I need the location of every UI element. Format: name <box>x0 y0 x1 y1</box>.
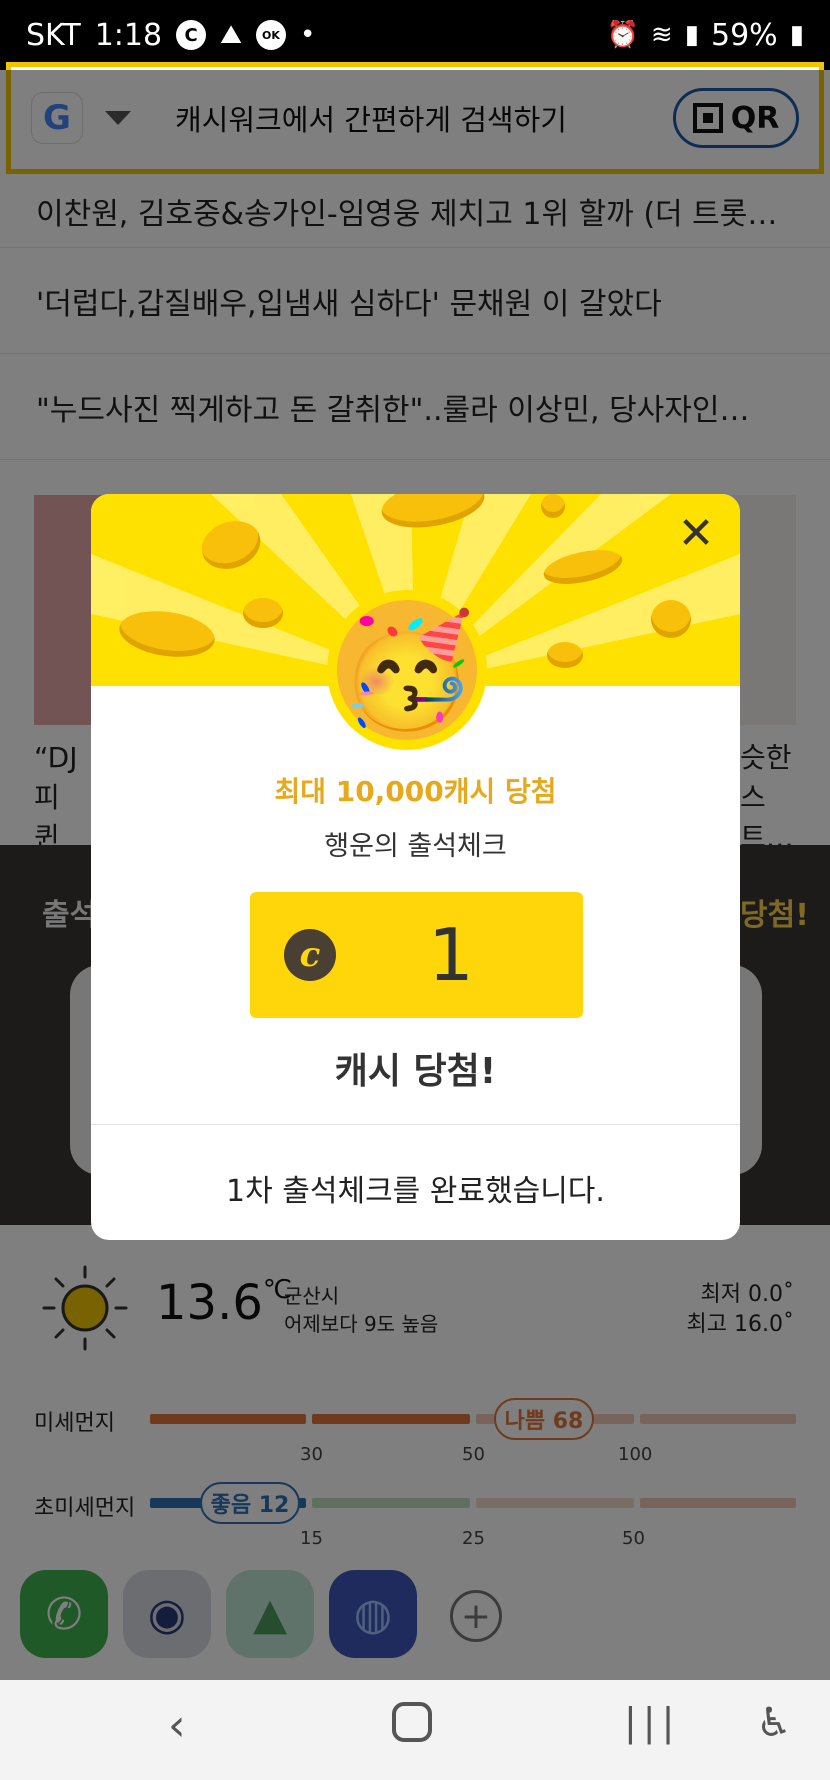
back-icon[interactable]: ‹ <box>168 1700 186 1751</box>
cash-win-label: 캐시 당첨! <box>334 1051 497 1092</box>
signal-icon: ▮ <box>684 20 699 50</box>
close-button[interactable]: ✕ <box>674 512 718 556</box>
popup-divider <box>91 1124 740 1125</box>
coin-decoration <box>651 600 691 638</box>
completion-message: 1차 출석체크를 완료했습니다. <box>226 1174 605 1209</box>
dot-icon: • <box>299 20 316 50</box>
coin-decoration <box>547 642 583 668</box>
emoji-badge: 🥳 <box>327 590 487 750</box>
carrier-label: SKT <box>26 17 81 53</box>
accessibility-icon[interactable]: ♿ <box>756 1700 792 1746</box>
attendance-popup: ✕ 🥳 최대 10,000캐시 당첨 행운의 출석체크 c 1 캐시 당첨! 1… <box>91 494 740 1240</box>
prize-title: 최대 10,000캐시 당첨 <box>274 775 557 808</box>
prize-amount-box: c 1 <box>250 892 583 1018</box>
oklock-icon: OK <box>255 20 286 50</box>
alarm-icon: ⏰ <box>606 20 639 50</box>
time-label: 1:18 <box>94 17 163 53</box>
status-bar: SKT 1:18 C ⛰ OK • ⏰ ≋ ▮ 59% ▮ <box>0 0 830 70</box>
recents-icon[interactable]: ||| <box>624 1700 680 1744</box>
prize-amount: 1 <box>428 913 474 997</box>
battery-label: 59% <box>711 17 778 53</box>
home-icon[interactable] <box>392 1702 432 1742</box>
party-face-icon: 🥳 <box>337 600 477 740</box>
cash-coin-icon: c <box>284 929 336 981</box>
c-icon: C <box>176 20 207 50</box>
coin-decoration <box>541 494 565 518</box>
coin-decoration <box>243 598 283 628</box>
battery-icon: ▮ <box>789 20 804 50</box>
popup-subtitle: 행운의 출석체크 <box>324 831 507 862</box>
app-icon: ⛰ <box>220 19 242 50</box>
wifi-icon: ≋ <box>650 20 673 50</box>
